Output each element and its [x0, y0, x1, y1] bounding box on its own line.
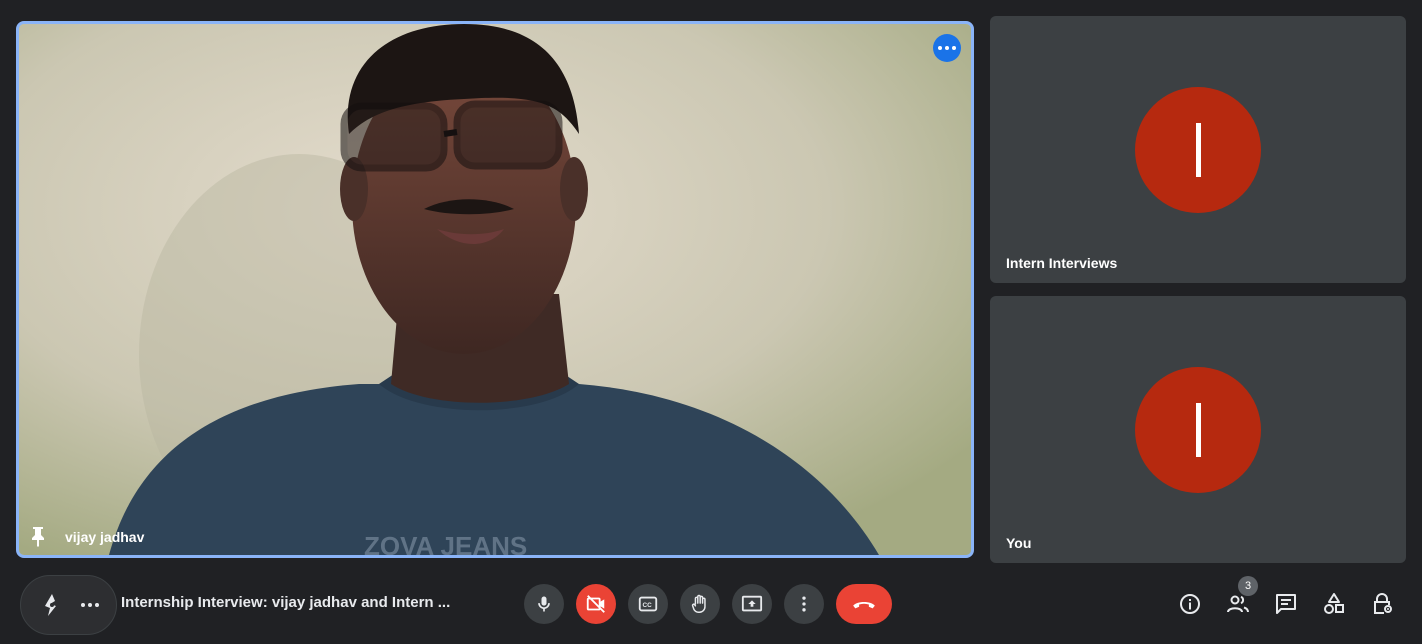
main-participant-name: vijay jadhav: [65, 529, 145, 545]
people-button[interactable]: 3: [1226, 576, 1258, 616]
avatar: [1135, 367, 1261, 493]
activities-sparkle-icon[interactable]: [39, 592, 65, 618]
shapes-icon: [1324, 593, 1344, 614]
svg-text:ZOVA JEANS: ZOVA JEANS: [364, 531, 527, 555]
info-icon: [1180, 594, 1200, 614]
participant-name: You: [1006, 535, 1032, 551]
closed-caption-icon: CC: [638, 596, 658, 612]
more-options-button[interactable]: [784, 584, 824, 624]
bottom-toolbar: Internship Interview: vijay jadhav and I…: [0, 570, 1422, 644]
hand-icon: [691, 594, 706, 613]
companion-pill[interactable]: [20, 575, 117, 635]
chat-icon: [1276, 594, 1296, 614]
call-end-icon: [853, 601, 875, 609]
avatar: [1135, 87, 1261, 213]
main-video-tile[interactable]: ZOVA JEANS vijay jadhav: [16, 21, 974, 558]
meeting-title: Internship Interview: vijay jadhav and I…: [121, 594, 451, 611]
tile-more-options-icon[interactable]: [933, 34, 961, 62]
chat-button[interactable]: [1274, 592, 1298, 616]
participant-tile-intern-interviews[interactable]: Intern Interviews: [990, 16, 1406, 283]
mic-icon: [538, 596, 550, 612]
leave-call-button[interactable]: [836, 584, 892, 624]
participant-name: Intern Interviews: [1006, 255, 1118, 271]
call-controls: CC: [524, 584, 892, 624]
svg-text:CC: CC: [643, 602, 653, 609]
avatar-letter: [1195, 403, 1201, 457]
camera-button[interactable]: [576, 584, 616, 624]
raise-hand-button[interactable]: [680, 584, 720, 624]
captions-button[interactable]: CC: [628, 584, 668, 624]
host-controls-button[interactable]: [1370, 592, 1394, 616]
microphone-button[interactable]: [524, 584, 564, 624]
participant-tile-you[interactable]: You: [990, 296, 1406, 563]
present-button[interactable]: [732, 584, 772, 624]
side-panel-icons: 3: [1178, 576, 1394, 616]
pin-icon[interactable]: [29, 525, 47, 547]
meeting-details-button[interactable]: [1178, 592, 1202, 616]
participant-count-badge: 3: [1238, 576, 1258, 596]
activities-button[interactable]: [1322, 592, 1346, 616]
more-horiz-icon[interactable]: [81, 603, 99, 607]
participant-video: ZOVA JEANS: [19, 24, 971, 555]
lock-person-icon: [1374, 593, 1392, 614]
avatar-letter: [1195, 123, 1201, 177]
present-screen-icon: [741, 595, 763, 612]
videocam-off-icon: [586, 595, 605, 613]
more-vert-icon: [802, 596, 806, 612]
